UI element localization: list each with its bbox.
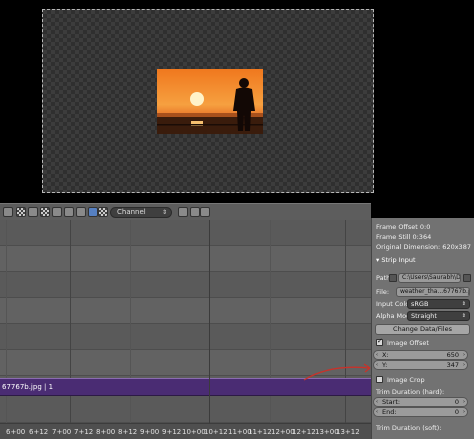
channel-lane xyxy=(0,298,371,324)
ruler-tick: 6+12 xyxy=(29,428,49,436)
input-color-label: Input Colo xyxy=(376,300,410,308)
input-color-value: sRGB xyxy=(411,300,429,308)
image-offset-y-field[interactable]: ‹ Y: 347 › xyxy=(373,360,468,370)
backdrop-icon[interactable] xyxy=(76,207,86,217)
y-value: 347 xyxy=(446,361,459,369)
alpha-mode-label: Alpha Mod xyxy=(376,312,411,320)
sequencer-timeline[interactable]: 67767b.jpg | 1 6+00 6+12 7+00 7+12 8+00 … xyxy=(0,220,371,439)
sequencer-preview xyxy=(0,0,474,203)
ruler-tick: 9+00 xyxy=(140,428,160,436)
folder-icon[interactable] xyxy=(389,274,397,282)
image-strip-label: 67767b.jpg | 1 xyxy=(2,383,54,391)
y-label: Y: xyxy=(382,361,388,369)
zoom-icon[interactable] xyxy=(52,207,62,217)
channel-lane xyxy=(0,272,371,298)
image-offset-checkbox[interactable] xyxy=(376,337,383,346)
view-type-icon[interactable] xyxy=(3,207,13,217)
frame-still-text: Frame Still 0:364 xyxy=(376,233,432,241)
sequencer-header: Channel ⇕ xyxy=(0,203,371,220)
channel-select[interactable]: Channel ⇕ xyxy=(110,207,172,218)
channel-select-arrows-icon: ⇕ xyxy=(161,209,167,216)
ruler-tick: 12+12 xyxy=(292,428,316,436)
trim-start-field[interactable]: ‹ Start: 0 › xyxy=(373,397,468,407)
start-value: 0 xyxy=(454,398,459,406)
start-label: Start: xyxy=(382,398,401,406)
ruler-tick: 7+12 xyxy=(74,428,94,436)
change-data-files-button[interactable]: Change Data/Files xyxy=(375,324,470,335)
increment-arrow-icon[interactable]: › xyxy=(463,408,465,416)
ruler-tick: 6+00 xyxy=(6,428,26,436)
playhead-cursor[interactable] xyxy=(209,220,210,439)
strip-input-label: Strip Input xyxy=(381,256,416,264)
image-offset-label: Image Offset xyxy=(387,339,429,347)
decrement-arrow-icon[interactable]: ‹ xyxy=(376,361,378,369)
image-crop-label: Image Crop xyxy=(387,376,425,384)
image-crop-checkbox[interactable] xyxy=(376,376,383,383)
preview-canvas xyxy=(42,9,374,193)
browse-folder-icon[interactable] xyxy=(463,274,471,282)
ruler-tick: 8+12 xyxy=(118,428,138,436)
proxy-icon[interactable] xyxy=(178,207,188,217)
trim-duration-soft-label: Trim Duration (soft): xyxy=(376,424,442,432)
alpha-mode-value: Straight xyxy=(411,312,437,320)
increment-arrow-icon[interactable]: › xyxy=(463,398,465,406)
preview-image xyxy=(157,69,263,134)
safe-areas-icon[interactable] xyxy=(64,207,74,217)
ruler-tick: 10+00 xyxy=(182,428,206,436)
trim-end-field[interactable]: ‹ End: 0 › xyxy=(373,407,468,417)
ruler-tick: 7+00 xyxy=(52,428,72,436)
end-label: End: xyxy=(382,408,397,416)
preview-checker-icon[interactable] xyxy=(40,207,50,217)
input-color-select[interactable]: sRGB ⇕ xyxy=(407,299,470,309)
ruler-tick: 10+12 xyxy=(204,428,228,436)
select-arrows-icon: ⇕ xyxy=(461,313,466,319)
annotation-arrow-icon xyxy=(303,363,371,381)
file-field[interactable]: weather_tha...67767b.jpg xyxy=(396,287,470,297)
x-label: X: xyxy=(382,351,389,359)
x-value: 650 xyxy=(446,351,459,359)
ruler-tick: 8+00 xyxy=(96,428,116,436)
frame-ruler[interactable]: 6+00 6+12 7+00 7+12 8+00 8+12 9+00 9+12 … xyxy=(0,423,371,439)
frame-offset-text: Frame Offset 0:0 xyxy=(376,223,431,231)
strip-input-section-header[interactable]: ▾ Strip Input xyxy=(372,256,474,267)
display-mode-icon[interactable] xyxy=(88,207,98,217)
decrement-arrow-icon[interactable]: ‹ xyxy=(376,351,378,359)
increment-arrow-icon[interactable]: › xyxy=(463,361,465,369)
channel-select-label: Channel xyxy=(117,208,146,216)
channel-lane xyxy=(0,220,371,246)
original-dimension-text: Original Dimension: 620x387 xyxy=(376,243,471,251)
ruler-tick: 13+12 xyxy=(336,428,360,436)
overlay-icon[interactable] xyxy=(28,207,38,217)
path-field[interactable]: C:\Users\Saurabh\De... xyxy=(398,273,461,283)
image-offset-x-field[interactable]: ‹ X: 650 › xyxy=(373,350,468,360)
channel-lane xyxy=(0,246,371,272)
file-label: File: xyxy=(376,288,390,296)
select-arrows-icon: ⇕ xyxy=(461,301,466,307)
ruler-tick: 9+12 xyxy=(162,428,182,436)
alpha-display-icon[interactable] xyxy=(98,207,108,217)
decrement-arrow-icon[interactable]: ‹ xyxy=(376,398,378,406)
display-channels-icon[interactable] xyxy=(16,207,26,217)
alpha-mode-select[interactable]: Straight ⇕ xyxy=(407,311,470,321)
end-value: 0 xyxy=(454,408,459,416)
trim-duration-hard-label: Trim Duration (hard): xyxy=(376,388,445,396)
ruler-tick: 11+12 xyxy=(248,428,272,436)
channel-lane xyxy=(0,324,371,350)
decrement-arrow-icon[interactable]: ‹ xyxy=(376,408,378,416)
camera-icon[interactable] xyxy=(200,207,210,217)
increment-arrow-icon[interactable]: › xyxy=(463,351,465,359)
render-icon[interactable] xyxy=(190,207,200,217)
